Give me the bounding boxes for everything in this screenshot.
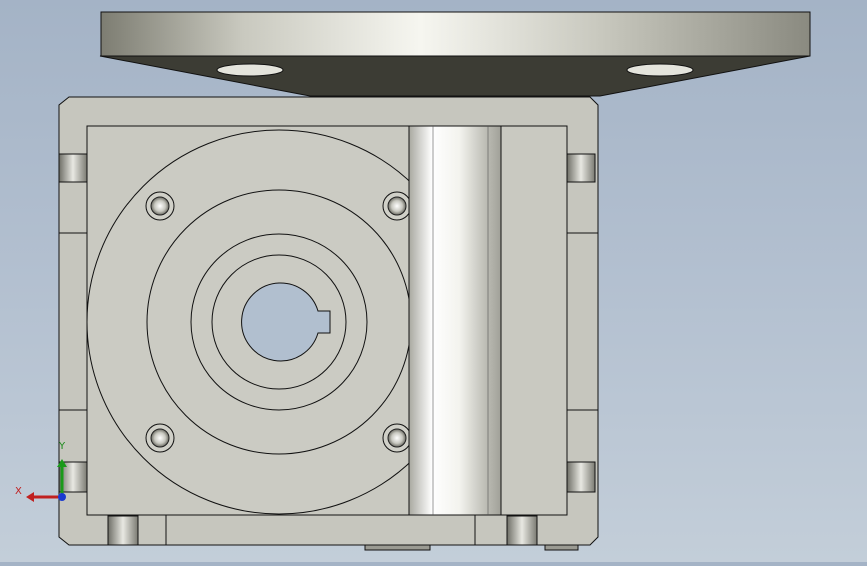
cad-graphics-viewport[interactable] bbox=[0, 0, 867, 562]
flange-hole-right bbox=[626, 63, 694, 77]
mounting-screw bbox=[382, 191, 412, 221]
flange-hole-left bbox=[216, 63, 284, 77]
side-pin-upper-right bbox=[566, 153, 596, 183]
z-axis-dot bbox=[58, 493, 66, 501]
shaft-body bbox=[408, 125, 502, 516]
bottom-foot bbox=[364, 544, 431, 551]
bottom-foot bbox=[544, 544, 579, 551]
side-pin-upper-left bbox=[58, 153, 88, 183]
coordinate-triad bbox=[26, 459, 67, 502]
triad-x-label: X bbox=[15, 486, 22, 497]
x-axis-arrow-head bbox=[26, 492, 34, 502]
flange-underside bbox=[99, 55, 811, 97]
bottom-pin-left bbox=[107, 515, 139, 546]
model-view[interactable] bbox=[0, 0, 867, 562]
bottom-pin-right bbox=[506, 515, 538, 546]
mounting-screw bbox=[382, 423, 412, 453]
side-pin-lower-right bbox=[566, 461, 596, 493]
mounting-screw bbox=[145, 191, 175, 221]
mounting-screw bbox=[145, 423, 175, 453]
triad-y-label: Y bbox=[59, 441, 66, 452]
top-flange[interactable] bbox=[99, 11, 811, 97]
flange-side-face bbox=[100, 11, 811, 57]
input-shaft[interactable] bbox=[408, 125, 502, 516]
